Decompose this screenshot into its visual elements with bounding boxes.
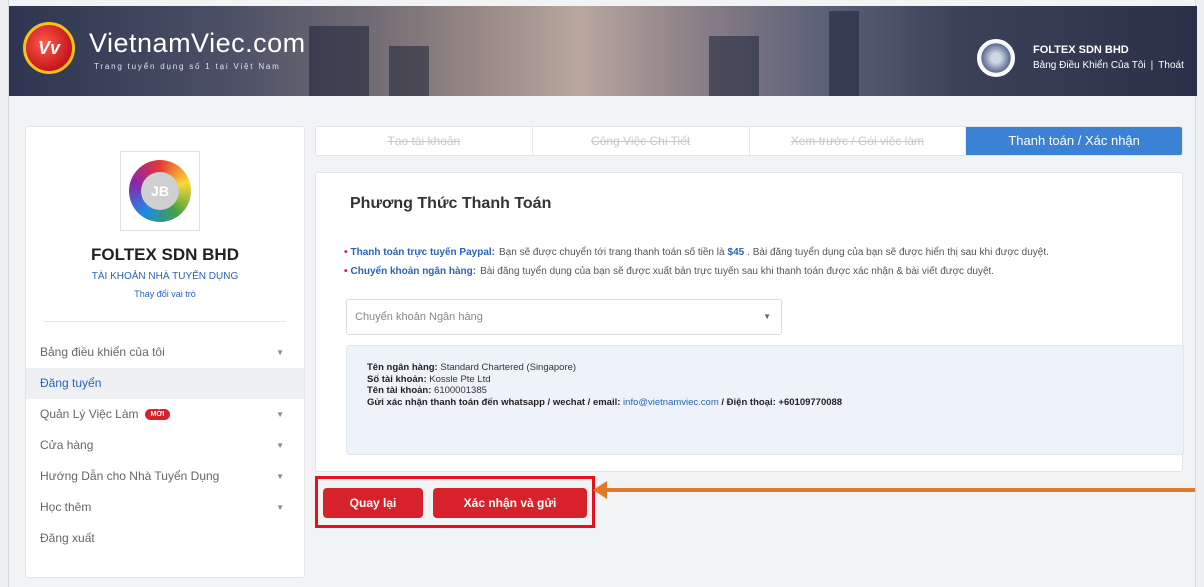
contact-email-link[interactable]: info@vietnamviec.com [623,397,719,408]
bank-transfer-note: • Chuyển khoản ngân hàng: Bài đăng tuyển d… [344,266,994,277]
bullet-icon: • [344,247,348,258]
account-role[interactable]: TÀI KHOẢN NHÀ TUYỂN DỤNG [26,271,304,282]
payment-method-value: Chuyển khoản Ngân hàng [355,311,483,323]
sidebar-item-label: Đăng xuất [40,531,95,545]
sidebar-item-store[interactable]: Cửa hàng ▼ [26,430,304,461]
sidebar-item-label: Hướng Dẫn cho Nhà Tuyển Dụng [40,469,220,483]
sidebar-item-label: Học thêm [40,500,92,514]
sidebar-item-logout[interactable]: Đăng xuất [26,523,304,554]
header-link-separator: | [1150,60,1154,71]
step-preview-package[interactable]: Xem trước / Gói việc làm [750,127,967,155]
confirm-label: Gửi xác nhận thanh toán đến whatsapp / w… [367,396,621,408]
switch-role-link[interactable]: Thay đổi vai trò [26,289,304,299]
step-create-account[interactable]: Tạo tài khoản [316,127,533,155]
header-building [709,36,759,96]
sidebar-item-employer-guide[interactable]: Hướng Dẫn cho Nhà Tuyển Dụng ▼ [26,461,304,492]
chevron-down-icon: ▼ [276,348,284,357]
chevron-down-icon: ▼ [763,312,771,321]
step-payment-confirm[interactable]: Thanh toán / Xác nhận [966,127,1182,155]
sidebar-item-dashboard[interactable]: Bảng điều khiển của tôi ▼ [26,337,304,368]
account-no-value: Kossle Pte Ltd [429,373,491,385]
header-building [829,11,859,96]
account-no-label: Số tài khoản: [367,373,427,385]
payment-method-select[interactable]: Chuyển khoản Ngân hàng ▼ [346,299,782,335]
progress-steps: Tạo tài khoản Công Việc Chi Tiết Xem trư… [315,126,1183,156]
sidebar-item-label: Đăng tuyển [40,376,102,390]
account-name-label: Tên tài khoản: [367,385,432,396]
bank-name-value: Standard Chartered (Singapore) [440,362,577,373]
dashboard-link[interactable]: Bảng Điều Khiển Của Tôi [1033,60,1146,71]
logo-mark: Vv [38,38,61,58]
sidebar-item-label: Quản Lý Việc Làm [40,407,139,421]
sidebar-item-label: Bảng điều khiển của tôi [40,345,165,359]
header-links: Bảng Điều Khiển Của Tôi | Thoát [1033,60,1184,71]
paypal-price: $45 [727,247,745,258]
logout-link[interactable]: Thoát [1158,60,1184,71]
page-frame: Vv VietnamViec.com Trang tuyển dụng số 1… [8,0,1197,587]
bank-name-row: Tên ngân hàng: Standard Chartered (Singa… [367,362,1183,374]
company-avatar[interactable] [977,39,1015,77]
step-job-details[interactable]: Công Việc Chi Tiết [533,127,750,155]
phone-value: +60109770088 [778,396,843,408]
sidebar: JB FOLTEX SDN BHD TÀI KHOẢN NHÀ TUYỂN DỤ… [25,126,305,578]
company-logo-initials: JB [141,172,179,210]
site-tagline: Trang tuyển dụng số 1 tại Việt Nam [94,62,281,71]
header-building [309,26,369,96]
site-logo-icon[interactable]: Vv [23,22,75,74]
phone-label: / Điện thoại: [721,396,776,408]
paypal-label: Thanh toán trực tuyến Paypal: [350,247,495,258]
bank-transfer-label: Chuyển khoản ngân hàng: [350,266,477,277]
chevron-down-icon: ▼ [276,472,284,481]
chevron-down-icon: ▼ [276,441,284,450]
sidebar-menu: Bảng điều khiển của tôi ▼ Đăng tuyển Quản… [26,337,304,554]
chevron-down-icon: ▼ [276,410,284,419]
header-company-name: FOLTEX SDN BHD [1033,44,1129,56]
annotation-arrow [603,488,1195,492]
sidebar-item-learn-more[interactable]: Học thêm ▼ [26,492,304,523]
sidebar-item-label: Cửa hàng [40,438,94,452]
account-name-row: Tên tài khoản: 6100001385 [367,385,1183,397]
back-button[interactable]: Quay lại [323,488,423,518]
page-title: Phương Thức Thanh Toán [350,195,552,212]
paypal-note: • Thanh toán trực tuyến Paypal: Bạn sẽ đượ… [344,247,1049,258]
sidebar-divider [44,321,286,322]
bank-details: Tên ngân hàng: Standard Chartered (Singa… [346,345,1184,455]
paypal-text-after: . Bài đăng tuyển dụng của bạn sẽ được hi… [747,247,1049,258]
bank-name-label: Tên ngân hàng: [367,362,438,373]
chevron-down-icon: ▼ [276,503,284,512]
header-building [389,46,429,96]
paypal-text: Bạn sẽ được chuyển tới trang thanh toán … [499,247,725,258]
sidebar-item-post-job[interactable]: Đăng tuyển [26,368,304,399]
account-name-value: 6100001385 [434,385,487,396]
bullet-icon: • [344,266,348,277]
new-badge: MỚI [144,409,171,421]
company-logo: JB [120,151,200,231]
site-logo-text[interactable]: VietnamViec.com [89,28,306,59]
sidebar-company-name: FOLTEX SDN BHD [91,245,239,264]
bank-transfer-text: Bài đăng tuyển dụng của bạn sẽ được xuất… [480,266,995,277]
confirm-contact-row: Gửi xác nhận thanh toán đến whatsapp / w… [367,397,1183,409]
site-header: Vv VietnamViec.com Trang tuyển dụng số 1… [9,6,1197,96]
confirm-submit-button[interactable]: Xác nhận và gửi [433,488,587,518]
sidebar-item-manage-jobs[interactable]: Quản Lý Việc Làm MỚI ▼ [26,399,304,430]
account-no-row: Số tài khoản: Kossle Pte Ltd [367,374,1183,386]
annotation-arrow-head [593,481,607,499]
payment-card: Phương Thức Thanh Toán • Thanh toán trực … [315,172,1184,472]
